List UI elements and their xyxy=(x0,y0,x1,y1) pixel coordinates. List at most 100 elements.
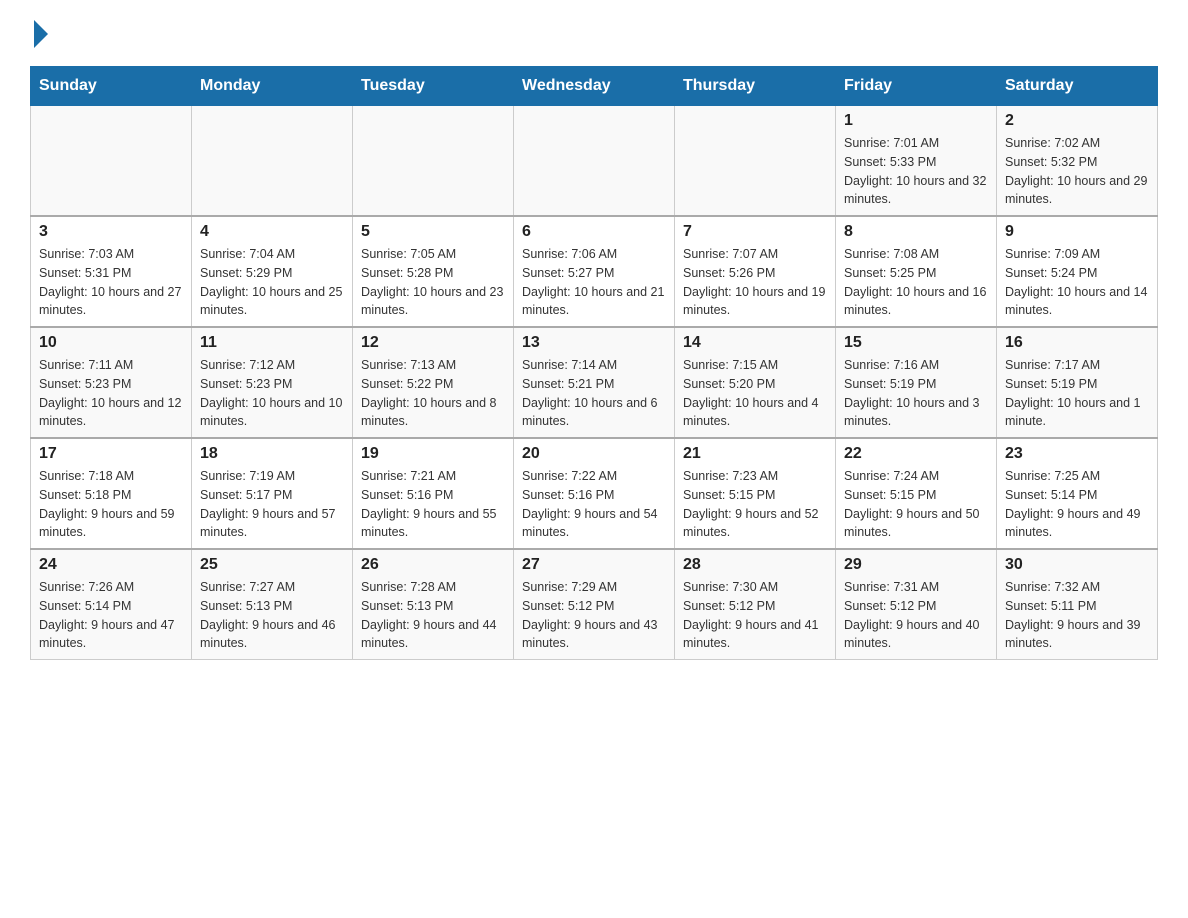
calendar-cell: 2Sunrise: 7:02 AMSunset: 5:32 PMDaylight… xyxy=(997,106,1158,217)
calendar-cell: 1 Sunrise: 7:01 AMSunset: 5:33 PMDaylight… xyxy=(836,106,997,217)
weekday-header-tuesday: Tuesday xyxy=(353,67,514,106)
day-info: Sunrise: 7:06 AMSunset: 5:27 PMDaylight:… xyxy=(522,245,666,320)
calendar-week-row: 17Sunrise: 7:18 AMSunset: 5:18 PMDayligh… xyxy=(31,438,1158,549)
day-info: Sunrise: 7:30 AMSunset: 5:12 PMDaylight:… xyxy=(683,578,827,653)
calendar-cell xyxy=(353,106,514,217)
calendar-cell xyxy=(192,106,353,217)
day-number: 3 xyxy=(39,223,183,241)
weekday-header-row: SundayMondayTuesdayWednesdayThursdayFrid… xyxy=(31,67,1158,106)
day-info: Sunrise: 7:01 AMSunset: 5:33 PMDaylight:… xyxy=(844,134,988,209)
day-number: 20 xyxy=(522,445,666,463)
day-number: 19 xyxy=(361,445,505,463)
calendar-cell: 3 Sunrise: 7:03 AMSunset: 5:31 PMDaylight… xyxy=(31,216,192,327)
day-info: Sunrise: 7:09 AMSunset: 5:24 PMDaylight:… xyxy=(1005,245,1149,320)
calendar-cell: 6Sunrise: 7:06 AMSunset: 5:27 PMDaylight… xyxy=(514,216,675,327)
day-number: 9 xyxy=(1005,223,1149,241)
day-number: 16 xyxy=(1005,334,1149,352)
day-number: 18 xyxy=(200,445,344,463)
calendar-cell: 23Sunrise: 7:25 AMSunset: 5:14 PMDayligh… xyxy=(997,438,1158,549)
calendar-cell: 30 Sunrise: 7:32 AMSunset: 5:11 PMDayligh… xyxy=(997,549,1158,660)
calendar-week-row: 3 Sunrise: 7:03 AMSunset: 5:31 PMDaylight… xyxy=(31,216,1158,327)
calendar-cell: 28 Sunrise: 7:30 AMSunset: 5:12 PMDayligh… xyxy=(675,549,836,660)
calendar-header: SundayMondayTuesdayWednesdayThursdayFrid… xyxy=(31,67,1158,106)
calendar-cell: 10 Sunrise: 7:11 AMSunset: 5:23 PMDayligh… xyxy=(31,327,192,438)
calendar-week-row: 1 Sunrise: 7:01 AMSunset: 5:33 PMDaylight… xyxy=(31,106,1158,217)
day-info: Sunrise: 7:03 AMSunset: 5:31 PMDaylight:… xyxy=(39,245,183,320)
calendar-cell xyxy=(31,106,192,217)
weekday-header-wednesday: Wednesday xyxy=(514,67,675,106)
weekday-header-saturday: Saturday xyxy=(997,67,1158,106)
day-info: Sunrise: 7:21 AMSunset: 5:16 PMDaylight:… xyxy=(361,467,505,542)
day-info: Sunrise: 7:24 AMSunset: 5:15 PMDaylight:… xyxy=(844,467,988,542)
page-header xyxy=(30,20,1158,46)
day-number: 14 xyxy=(683,334,827,352)
calendar-cell xyxy=(675,106,836,217)
day-number: 28 xyxy=(683,556,827,574)
calendar-table: SundayMondayTuesdayWednesdayThursdayFrid… xyxy=(30,66,1158,660)
calendar-cell: 18 Sunrise: 7:19 AMSunset: 5:17 PMDayligh… xyxy=(192,438,353,549)
weekday-header-thursday: Thursday xyxy=(675,67,836,106)
calendar-cell: 15 Sunrise: 7:16 AMSunset: 5:19 PMDayligh… xyxy=(836,327,997,438)
day-number: 8 xyxy=(844,223,988,241)
day-number: 23 xyxy=(1005,445,1149,463)
day-number: 11 xyxy=(200,334,344,352)
calendar-cell: 14 Sunrise: 7:15 AMSunset: 5:20 PMDayligh… xyxy=(675,327,836,438)
calendar-cell: 17Sunrise: 7:18 AMSunset: 5:18 PMDayligh… xyxy=(31,438,192,549)
day-info: Sunrise: 7:31 AMSunset: 5:12 PMDaylight:… xyxy=(844,578,988,653)
day-number: 25 xyxy=(200,556,344,574)
day-info: Sunrise: 7:15 AMSunset: 5:20 PMDaylight:… xyxy=(683,356,827,431)
day-info: Sunrise: 7:11 AMSunset: 5:23 PMDaylight:… xyxy=(39,356,183,431)
day-info: Sunrise: 7:05 AMSunset: 5:28 PMDaylight:… xyxy=(361,245,505,320)
day-info: Sunrise: 7:12 AMSunset: 5:23 PMDaylight:… xyxy=(200,356,344,431)
day-number: 5 xyxy=(361,223,505,241)
day-info: Sunrise: 7:17 AMSunset: 5:19 PMDaylight:… xyxy=(1005,356,1149,431)
day-number: 30 xyxy=(1005,556,1149,574)
logo[interactable] xyxy=(30,20,48,46)
day-number: 15 xyxy=(844,334,988,352)
calendar-cell: 25 Sunrise: 7:27 AMSunset: 5:13 PMDayligh… xyxy=(192,549,353,660)
logo-triangle-icon xyxy=(34,20,48,48)
day-info: Sunrise: 7:19 AMSunset: 5:17 PMDaylight:… xyxy=(200,467,344,542)
weekday-header-friday: Friday xyxy=(836,67,997,106)
calendar-cell: 27Sunrise: 7:29 AMSunset: 5:12 PMDayligh… xyxy=(514,549,675,660)
day-number: 12 xyxy=(361,334,505,352)
calendar-cell: 20 Sunrise: 7:22 AMSunset: 5:16 PMDayligh… xyxy=(514,438,675,549)
day-number: 10 xyxy=(39,334,183,352)
day-number: 1 xyxy=(844,112,988,130)
day-info: Sunrise: 7:08 AMSunset: 5:25 PMDaylight:… xyxy=(844,245,988,320)
calendar-cell: 11 Sunrise: 7:12 AMSunset: 5:23 PMDayligh… xyxy=(192,327,353,438)
day-info: Sunrise: 7:14 AMSunset: 5:21 PMDaylight:… xyxy=(522,356,666,431)
calendar-cell: 21 Sunrise: 7:23 AMSunset: 5:15 PMDayligh… xyxy=(675,438,836,549)
calendar-cell: 16 Sunrise: 7:17 AMSunset: 5:19 PMDayligh… xyxy=(997,327,1158,438)
calendar-cell: 12 Sunrise: 7:13 AMSunset: 5:22 PMDayligh… xyxy=(353,327,514,438)
calendar-cell: 13 Sunrise: 7:14 AMSunset: 5:21 PMDayligh… xyxy=(514,327,675,438)
day-number: 4 xyxy=(200,223,344,241)
day-info: Sunrise: 7:18 AMSunset: 5:18 PMDaylight:… xyxy=(39,467,183,542)
calendar-cell: 26 Sunrise: 7:28 AMSunset: 5:13 PMDayligh… xyxy=(353,549,514,660)
day-info: Sunrise: 7:04 AMSunset: 5:29 PMDaylight:… xyxy=(200,245,344,320)
day-info: Sunrise: 7:22 AMSunset: 5:16 PMDaylight:… xyxy=(522,467,666,542)
day-info: Sunrise: 7:32 AMSunset: 5:11 PMDaylight:… xyxy=(1005,578,1149,653)
day-info: Sunrise: 7:26 AMSunset: 5:14 PMDaylight:… xyxy=(39,578,183,653)
day-info: Sunrise: 7:28 AMSunset: 5:13 PMDaylight:… xyxy=(361,578,505,653)
calendar-cell: 9 Sunrise: 7:09 AMSunset: 5:24 PMDaylight… xyxy=(997,216,1158,327)
day-number: 21 xyxy=(683,445,827,463)
day-info: Sunrise: 7:23 AMSunset: 5:15 PMDaylight:… xyxy=(683,467,827,542)
day-number: 2 xyxy=(1005,112,1149,130)
day-number: 29 xyxy=(844,556,988,574)
calendar-cell: 8 Sunrise: 7:08 AMSunset: 5:25 PMDaylight… xyxy=(836,216,997,327)
day-info: Sunrise: 7:16 AMSunset: 5:19 PMDaylight:… xyxy=(844,356,988,431)
calendar-cell: 5 Sunrise: 7:05 AMSunset: 5:28 PMDaylight… xyxy=(353,216,514,327)
day-number: 26 xyxy=(361,556,505,574)
calendar-week-row: 10 Sunrise: 7:11 AMSunset: 5:23 PMDayligh… xyxy=(31,327,1158,438)
day-info: Sunrise: 7:27 AMSunset: 5:13 PMDaylight:… xyxy=(200,578,344,653)
weekday-header-sunday: Sunday xyxy=(31,67,192,106)
day-info: Sunrise: 7:13 AMSunset: 5:22 PMDaylight:… xyxy=(361,356,505,431)
calendar-cell: 4 Sunrise: 7:04 AMSunset: 5:29 PMDaylight… xyxy=(192,216,353,327)
calendar-cell: 22Sunrise: 7:24 AMSunset: 5:15 PMDayligh… xyxy=(836,438,997,549)
calendar-cell xyxy=(514,106,675,217)
day-info: Sunrise: 7:07 AMSunset: 5:26 PMDaylight:… xyxy=(683,245,827,320)
day-number: 13 xyxy=(522,334,666,352)
calendar-body: 1 Sunrise: 7:01 AMSunset: 5:33 PMDaylight… xyxy=(31,106,1158,660)
calendar-cell: 29 Sunrise: 7:31 AMSunset: 5:12 PMDayligh… xyxy=(836,549,997,660)
